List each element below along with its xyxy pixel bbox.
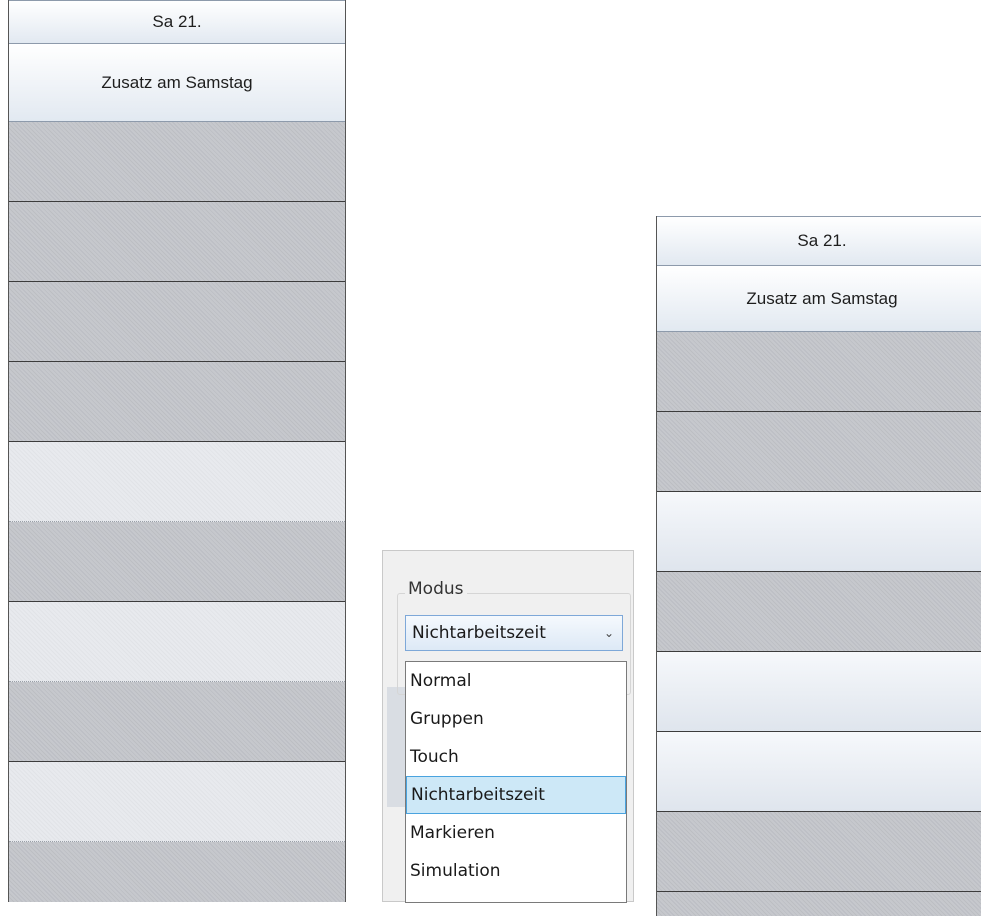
day-header[interactable]: Sa 21. — [9, 0, 345, 44]
time-slot[interactable] — [657, 652, 981, 732]
calendar-column-left: Sa 21. Zusatz am Samstag — [8, 0, 346, 902]
modus-combobox[interactable]: Nichtarbeitszeit ⌄ — [405, 615, 623, 651]
time-slot[interactable] — [657, 892, 981, 916]
modus-selected-value: Nichtarbeitszeit — [412, 623, 546, 643]
time-slot[interactable] — [9, 522, 345, 602]
day-header[interactable]: Sa 21. — [657, 216, 981, 266]
time-slot[interactable] — [657, 332, 981, 412]
time-slot[interactable] — [9, 762, 345, 842]
time-slot[interactable] — [657, 412, 981, 492]
modus-label: Modus — [405, 579, 467, 599]
day-subheader[interactable]: Zusatz am Samstag — [9, 44, 345, 122]
day-subheader-label: Zusatz am Samstag — [746, 288, 898, 308]
day-subheader[interactable]: Zusatz am Samstag — [657, 266, 981, 332]
time-slot[interactable] — [9, 602, 345, 682]
day-header-label: Sa 21. — [797, 231, 847, 250]
modus-option-simulation[interactable]: Simulation — [406, 852, 626, 890]
time-slot[interactable] — [9, 682, 345, 762]
time-slot[interactable] — [9, 202, 345, 282]
time-slot[interactable] — [657, 572, 981, 652]
day-subheader-label: Zusatz am Samstag — [101, 72, 253, 92]
time-slot[interactable] — [9, 442, 345, 522]
time-slot[interactable] — [9, 282, 345, 362]
time-slot[interactable] — [657, 492, 981, 572]
modus-option-normal[interactable]: Normal — [406, 662, 626, 700]
modus-option-markieren[interactable]: Markieren — [406, 814, 626, 852]
time-slot[interactable] — [9, 362, 345, 442]
time-slot[interactable] — [657, 812, 981, 892]
day-header-label: Sa 21. — [152, 12, 202, 31]
chevron-down-icon: ⌄ — [603, 626, 614, 640]
modus-option-gruppen[interactable]: Gruppen — [406, 700, 626, 738]
time-slot[interactable] — [9, 842, 345, 902]
background-toolbar-edge — [387, 687, 407, 807]
modus-option-nichtarbeitszeit[interactable]: Nichtarbeitszeit — [406, 776, 626, 814]
calendar-column-right: Sa 21. Zusatz am Samstag — [656, 216, 981, 916]
modus-option-touch[interactable]: Touch — [406, 738, 626, 776]
time-slot[interactable] — [657, 732, 981, 812]
modus-dropdown-list[interactable]: Normal Gruppen Touch Nichtarbeitszeit Ma… — [405, 661, 627, 903]
time-slot[interactable] — [9, 122, 345, 202]
modus-panel: Modus Nichtarbeitszeit ⌄ Normal Gruppen … — [382, 550, 634, 903]
